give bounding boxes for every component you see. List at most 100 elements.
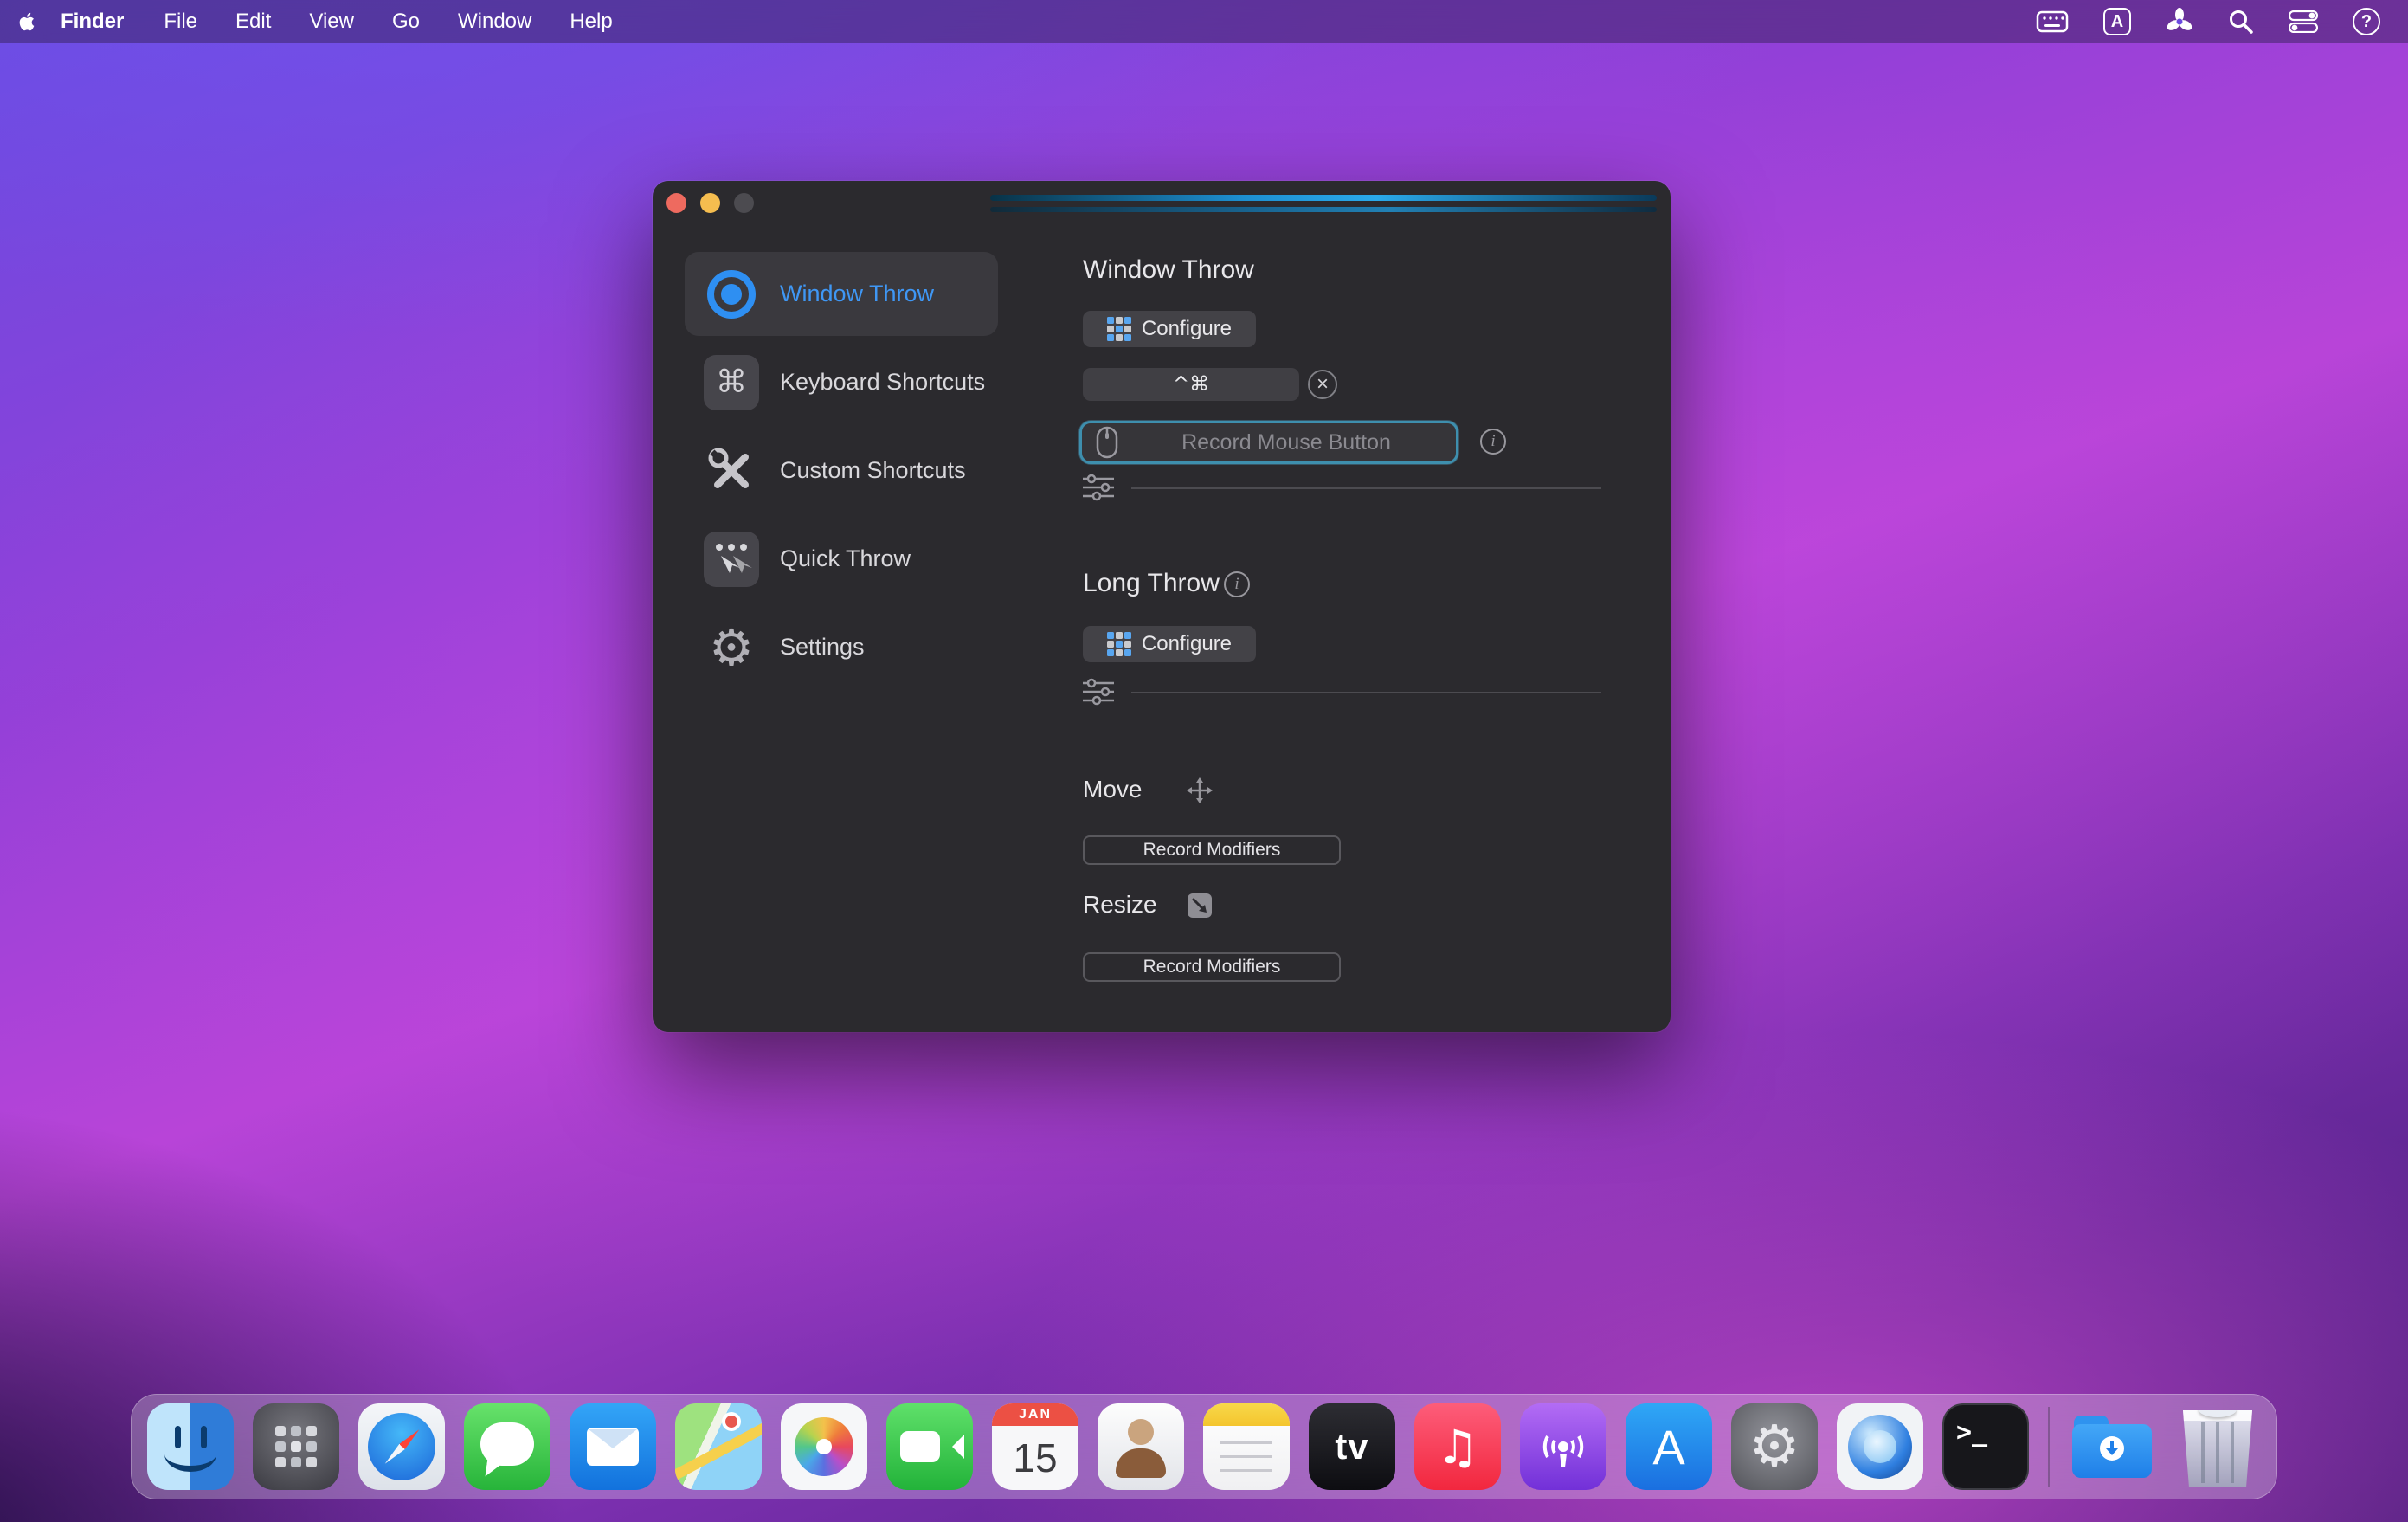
dock-system-preferences-icon[interactable]: ⚙ xyxy=(1731,1403,1818,1490)
dock-calendar-icon[interactable]: JAN 15 xyxy=(992,1403,1078,1490)
dock-finder-icon[interactable] xyxy=(147,1403,234,1490)
control-center-icon[interactable] xyxy=(2289,10,2318,33)
sidebar-item-quick-throw[interactable]: Quick Throw xyxy=(685,517,998,601)
configure-button-label: Configure xyxy=(1142,632,1232,656)
sidebar-item-label: Window Throw xyxy=(780,281,934,307)
input-source-icon[interactable]: A xyxy=(2103,8,2131,35)
menu-view[interactable]: View xyxy=(290,0,373,43)
window-throw-icon xyxy=(704,267,759,322)
terminal-prompt-glyph: >_ xyxy=(1956,1417,1987,1448)
filter-options-icon-1[interactable] xyxy=(1083,474,1114,506)
custom-shortcuts-icon xyxy=(704,443,759,499)
settings-gear-icon: ⚙ xyxy=(704,620,759,675)
menu-help[interactable]: Help xyxy=(550,0,631,43)
gear-glyph: ⚙ xyxy=(709,622,754,673)
dock-safari-icon[interactable] xyxy=(358,1403,445,1490)
dock-messages-icon[interactable] xyxy=(464,1403,550,1490)
sidebar-item-custom-shortcuts[interactable]: Custom Shortcuts xyxy=(685,429,998,513)
record-modifiers-label: Record Modifiers xyxy=(1143,957,1281,977)
minimize-window-button[interactable] xyxy=(700,193,720,213)
download-arrow-icon xyxy=(2100,1436,2124,1461)
window-controls xyxy=(666,193,754,213)
filter-options-icon-2[interactable] xyxy=(1083,678,1114,710)
clear-icon: × xyxy=(1317,374,1329,395)
dock-trash-icon[interactable] xyxy=(2174,1403,2261,1490)
dock-app-store-icon[interactable]: A xyxy=(1626,1403,1712,1490)
grid-icon xyxy=(1107,632,1131,656)
resize-icon xyxy=(1187,893,1213,923)
dock-podcasts-icon[interactable] xyxy=(1520,1403,1606,1490)
long-throw-section-title: Long Throw xyxy=(1083,569,1220,598)
menu-edit[interactable]: Edit xyxy=(216,0,290,43)
dock-tv-icon[interactable]: tv xyxy=(1309,1403,1395,1490)
move-icon xyxy=(1187,777,1213,808)
info-glyph: i xyxy=(1491,432,1495,451)
dock-launchpad-icon[interactable] xyxy=(253,1403,339,1490)
dock: JAN 15 tv ♫ A ⚙ >_ xyxy=(131,1394,2277,1499)
sidebar-item-window-throw[interactable]: Window Throw xyxy=(685,252,998,336)
menu-bar: Finder File Edit View Go Window Help A ? xyxy=(0,0,2408,43)
window-throw-configure-button[interactable]: Configure xyxy=(1083,311,1256,347)
keyboard-shortcuts-icon: ⌘ xyxy=(704,355,759,410)
window-throw-shortcut-field[interactable]: ^⌘ xyxy=(1083,368,1299,401)
music-note-glyph: ♫ xyxy=(1437,1420,1478,1474)
resize-section-title: Resize xyxy=(1083,891,1157,919)
record-mouse-button-field[interactable]: Record Mouse Button xyxy=(1079,421,1458,464)
active-app-name[interactable]: Finder xyxy=(55,0,145,43)
close-window-button[interactable] xyxy=(666,193,686,213)
sidebar-item-label: Quick Throw xyxy=(780,545,911,572)
dock-window-manager-icon[interactable] xyxy=(1837,1403,1923,1490)
long-throw-configure-button[interactable]: Configure xyxy=(1083,626,1256,662)
menu-status-area: A ? xyxy=(2036,8,2408,35)
section-divider-2 xyxy=(1131,692,1601,693)
apple-menu-icon[interactable] xyxy=(0,9,55,35)
sidebar-item-label: Custom Shortcuts xyxy=(780,457,966,484)
trash-paper xyxy=(2199,1402,2237,1417)
sidebar-item-settings[interactable]: ⚙ Settings xyxy=(685,605,998,689)
fan-menu-icon[interactable] xyxy=(2166,8,2193,35)
input-source-letter: A xyxy=(2111,12,2123,32)
move-record-modifiers-button[interactable]: Record Modifiers xyxy=(1083,835,1341,865)
dock-downloads-icon[interactable] xyxy=(2069,1403,2155,1490)
menu-window[interactable]: Window xyxy=(439,0,550,43)
spotlight-search-icon[interactable] xyxy=(2228,9,2254,35)
dock-music-icon[interactable]: ♫ xyxy=(1414,1403,1501,1490)
shortcut-value: ^⌘ xyxy=(1173,373,1209,396)
sidebar-item-keyboard-shortcuts[interactable]: ⌘ Keyboard Shortcuts xyxy=(685,340,998,424)
mouse-icon xyxy=(1096,426,1118,459)
dock-maps-icon[interactable] xyxy=(675,1403,762,1490)
titlebar-accent-stripe xyxy=(990,195,1657,201)
zoom-window-button[interactable] xyxy=(734,193,754,213)
help-question-glyph: ? xyxy=(2361,12,2372,32)
section-divider-1 xyxy=(1131,487,1601,489)
app-window: Window Throw ⌘ Keyboard Shortcuts Custom… xyxy=(653,181,1671,1032)
calendar-day: 15 xyxy=(992,1426,1078,1490)
keyboard-icon[interactable] xyxy=(2036,10,2069,33)
dock-facetime-icon[interactable] xyxy=(886,1403,973,1490)
menu-go[interactable]: Go xyxy=(373,0,439,43)
clear-shortcut-button[interactable]: × xyxy=(1308,370,1337,399)
dock-notes-icon[interactable] xyxy=(1203,1403,1290,1490)
menu-file[interactable]: File xyxy=(145,0,216,43)
tv-glyph: tv xyxy=(1335,1426,1368,1467)
window-throw-section-title: Window Throw xyxy=(1083,255,1254,285)
info-glyph: i xyxy=(1234,575,1239,594)
calendar-month: JAN xyxy=(992,1403,1078,1426)
sidebar-item-label: Keyboard Shortcuts xyxy=(780,369,985,396)
info-icon-long-throw[interactable]: i xyxy=(1224,571,1250,597)
record-modifiers-label: Record Modifiers xyxy=(1143,840,1281,861)
help-icon[interactable]: ? xyxy=(2353,8,2380,35)
dock-mail-icon[interactable] xyxy=(570,1403,656,1490)
dock-photos-icon[interactable] xyxy=(781,1403,867,1490)
dock-contacts-icon[interactable] xyxy=(1098,1403,1184,1490)
configure-button-label: Configure xyxy=(1142,317,1232,341)
titlebar-accent-stripe-2 xyxy=(990,207,1657,212)
quick-throw-icon xyxy=(704,532,759,587)
gear-glyph: ⚙ xyxy=(1748,1418,1800,1475)
dock-terminal-icon[interactable]: >_ xyxy=(1942,1403,2029,1490)
info-icon-record-mouse[interactable]: i xyxy=(1480,429,1506,455)
resize-record-modifiers-button[interactable]: Record Modifiers xyxy=(1083,952,1341,982)
grid-icon xyxy=(1107,317,1131,341)
record-mouse-placeholder: Record Mouse Button xyxy=(1130,430,1442,455)
sidebar-item-label: Settings xyxy=(780,634,865,661)
